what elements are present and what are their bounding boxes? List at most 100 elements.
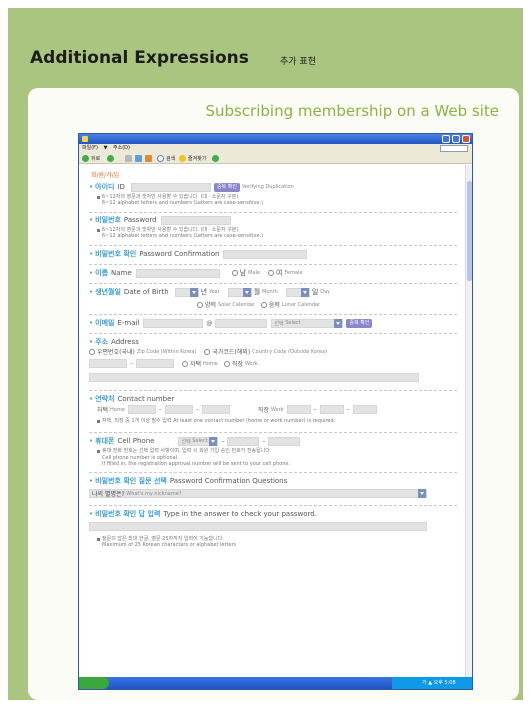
- email-domain-select[interactable]: 선택 Select: [271, 318, 344, 328]
- menu-address[interactable]: 주소(D): [113, 145, 130, 151]
- divider: [89, 505, 457, 506]
- email-label-en: E-mail: [117, 319, 140, 327]
- taskbar: 가 ▲ 오후 5:08: [79, 677, 472, 689]
- back-icon[interactable]: [82, 155, 89, 162]
- email-select-ko: 선택: [274, 320, 284, 327]
- favorites-label[interactable]: 즐겨찾기: [188, 155, 206, 162]
- menu-file[interactable]: 파일(F): [82, 145, 98, 151]
- email-user-input[interactable]: [143, 318, 204, 328]
- refresh-icon[interactable]: [135, 155, 142, 162]
- work-phone-3[interactable]: [352, 405, 377, 414]
- email-at: @: [206, 319, 213, 327]
- menu-dropdown[interactable]: ▼: [104, 145, 108, 151]
- answer-label-ko: 비밀번호 확인 답 입력: [95, 510, 161, 518]
- home-phone-1[interactable]: [127, 405, 156, 414]
- zip-second-input[interactable]: [136, 359, 174, 368]
- address-home-radio[interactable]: [182, 360, 188, 367]
- male-label-en: Male: [248, 270, 260, 276]
- answer-input[interactable]: [89, 522, 427, 531]
- cell-carrier-select[interactable]: 선택 Select: [178, 436, 219, 446]
- male-radio[interactable]: [231, 270, 238, 276]
- cell-phone-2[interactable]: [227, 436, 260, 446]
- home-phone-3[interactable]: [201, 405, 230, 414]
- male-label-ko: 남: [239, 269, 247, 277]
- cell-label-en: Cell Phone: [117, 437, 155, 445]
- search-icon[interactable]: [157, 155, 164, 162]
- month-select[interactable]: [227, 287, 252, 297]
- address-detail-input[interactable]: [89, 373, 419, 382]
- start-button[interactable]: [79, 677, 109, 689]
- zip-first-input[interactable]: [89, 359, 127, 368]
- divider: [89, 472, 457, 473]
- window-titlebar: [79, 134, 472, 144]
- email-check-button[interactable]: 중복 확인: [346, 318, 373, 328]
- zip-label-ko: 우편번호(국내): [97, 349, 135, 356]
- cell-field-group: • 휴대폰 Cell Phone 선택 Select – – 휴대 전화 번호는 선…: [89, 436, 457, 476]
- cell-label-ko: 휴대폰: [95, 437, 115, 445]
- id-field-group: • 아이디 ID 중복 확인 Verifying Duplication 6~12자…: [89, 182, 294, 206]
- home-icon[interactable]: [145, 155, 152, 162]
- name-input[interactable]: [135, 268, 220, 278]
- female-radio[interactable]: [267, 270, 274, 276]
- go-button[interactable]: [440, 145, 468, 152]
- vertical-scrollbar[interactable]: [465, 165, 472, 678]
- question-field-group: • 비밀번호 확인 질문 선택 Password Confirmation Ques…: [89, 476, 457, 502]
- contact-label-ko: 연락처: [95, 395, 115, 403]
- question-select[interactable]: 나의 별명은? What's my nickname?: [89, 489, 427, 498]
- maximize-icon[interactable]: [452, 135, 460, 143]
- name-label-ko: 이름: [95, 269, 109, 277]
- address-work-ko: 직장: [231, 361, 243, 368]
- forward-icon[interactable]: [107, 155, 114, 162]
- divider: [89, 245, 457, 246]
- chevron-down-icon: [334, 318, 343, 328]
- back-label[interactable]: 뒤로: [91, 155, 100, 162]
- history-icon[interactable]: [212, 155, 219, 162]
- password-confirm-input[interactable]: [223, 249, 308, 259]
- question-selected-en: What's my nickname?: [126, 490, 182, 497]
- cell-phone-3[interactable]: [268, 436, 301, 446]
- work-phone-2[interactable]: [319, 405, 344, 414]
- password-input[interactable]: [160, 215, 231, 225]
- minimize-icon[interactable]: [442, 135, 450, 143]
- divider: [89, 390, 457, 391]
- month-label-ko: 월: [253, 288, 261, 296]
- scrollbar-thumb[interactable]: [467, 181, 472, 281]
- email-domain-input[interactable]: [215, 318, 268, 328]
- lunar-label-en: Lunar Calendar: [281, 301, 321, 308]
- divider: [89, 432, 457, 433]
- address-work-radio[interactable]: [223, 360, 230, 367]
- search-label[interactable]: 검색: [166, 155, 175, 162]
- password-label-en: Password: [123, 216, 157, 224]
- browser-toolbar: 뒤로 검색 즐겨찾기: [79, 153, 472, 164]
- country-label-en: Country Code (Outside Korea): [252, 348, 327, 355]
- home-phone-2[interactable]: [164, 405, 193, 414]
- page-title-korean: 추가 표현: [280, 57, 316, 67]
- cell-select-en: Select: [192, 438, 208, 444]
- id-check-button[interactable]: 중복 확인: [213, 182, 240, 192]
- day-select[interactable]: [285, 287, 310, 297]
- close-icon[interactable]: [462, 135, 470, 143]
- contact-note-en: At least one contact number (home or wor…: [173, 418, 336, 424]
- password-confirm-label-en: Password Confirmation: [139, 250, 220, 258]
- browser-icon: [82, 136, 88, 142]
- answer-label-en: Type in the answer to check your passwor…: [163, 510, 317, 518]
- contact-work-ko: 직장: [257, 407, 269, 414]
- zip-radio[interactable]: [89, 348, 95, 355]
- year-select[interactable]: [174, 287, 199, 297]
- id-input[interactable]: [130, 182, 211, 192]
- stop-icon[interactable]: [125, 155, 132, 162]
- password-confirm-label-ko: 비밀번호 확인: [95, 250, 137, 258]
- work-phone-1[interactable]: [286, 405, 311, 414]
- solar-radio[interactable]: [197, 301, 203, 308]
- country-radio[interactable]: [204, 348, 211, 355]
- breadcrumb: 회/원/가/입: [91, 172, 120, 179]
- chevron-down-icon: [242, 287, 251, 297]
- favorites-icon[interactable]: [179, 155, 186, 162]
- lunar-label-ko: 음력: [268, 302, 280, 309]
- cell-dash: –: [262, 437, 266, 445]
- divider: [89, 212, 457, 213]
- web-page-content: 회/원/가/입 • 아이디 ID 중복 확인 Verifying Duplicati…: [79, 165, 467, 678]
- lunar-radio[interactable]: [260, 301, 267, 308]
- contact-home-en: Home: [110, 406, 125, 413]
- female-label-en: Female: [284, 270, 303, 276]
